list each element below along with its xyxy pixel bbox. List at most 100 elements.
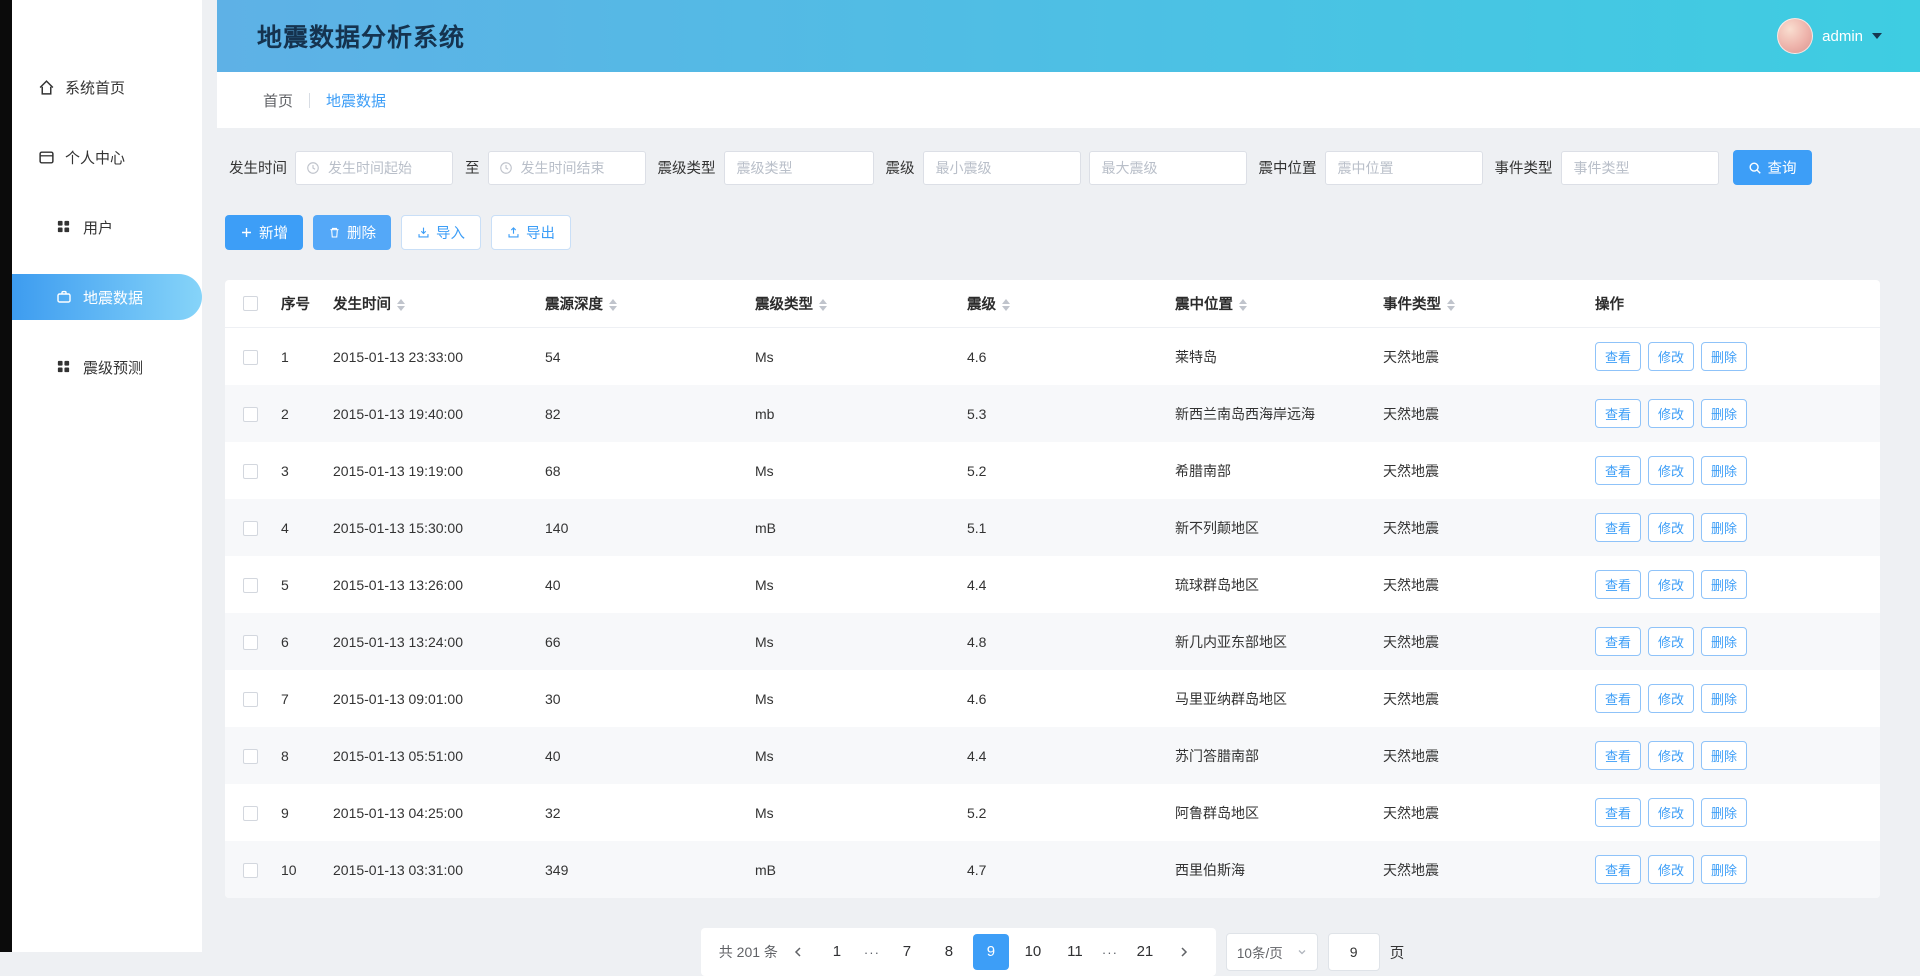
view-button[interactable]: 查看 bbox=[1595, 741, 1641, 770]
column-header-time[interactable]: 发生时间 bbox=[323, 280, 535, 328]
edit-button[interactable]: 修改 bbox=[1648, 513, 1694, 542]
pager-prev-button[interactable] bbox=[784, 934, 812, 970]
edit-button[interactable]: 修改 bbox=[1648, 855, 1694, 884]
export-button[interactable]: 导出 bbox=[491, 215, 571, 250]
edit-button[interactable]: 修改 bbox=[1648, 570, 1694, 599]
select-all-checkbox[interactable] bbox=[243, 296, 258, 311]
pager-page-8[interactable]: 8 bbox=[931, 934, 967, 970]
pager-ellipsis[interactable]: ··· bbox=[858, 945, 886, 960]
mag-max-field[interactable] bbox=[1089, 151, 1247, 185]
view-button[interactable]: 查看 bbox=[1595, 570, 1641, 599]
event-type-field[interactable] bbox=[1561, 151, 1719, 185]
edit-button[interactable]: 修改 bbox=[1648, 342, 1694, 371]
pager-page-11[interactable]: 11 bbox=[1057, 934, 1093, 970]
column-header-depth[interactable]: 震源深度 bbox=[535, 280, 745, 328]
delete-row-button[interactable]: 删除 bbox=[1701, 513, 1747, 542]
row-checkbox[interactable] bbox=[243, 464, 258, 479]
delete-row-button[interactable]: 删除 bbox=[1701, 342, 1747, 371]
row-checkbox[interactable] bbox=[243, 863, 258, 878]
view-button[interactable]: 查看 bbox=[1595, 627, 1641, 656]
time-start-field[interactable] bbox=[295, 151, 453, 185]
sidebar-item-magnitude-prediction[interactable]: 震级预测 bbox=[12, 344, 202, 390]
filter-time-label: 发生时间 bbox=[229, 157, 287, 178]
breadcrumb-current[interactable]: 地震数据 bbox=[326, 90, 386, 111]
view-button[interactable]: 查看 bbox=[1595, 513, 1641, 542]
edit-button[interactable]: 修改 bbox=[1648, 684, 1694, 713]
cell-magnitude: 4.4 bbox=[957, 556, 1165, 613]
mag-type-field[interactable] bbox=[724, 151, 874, 185]
sidebar-item-profile[interactable]: 个人中心 bbox=[12, 134, 202, 180]
page-size-select[interactable]: 10条/页 bbox=[1226, 933, 1318, 971]
search-button[interactable]: 查询 bbox=[1733, 150, 1812, 185]
row-checkbox[interactable] bbox=[243, 350, 258, 365]
sidebar-item-home[interactable]: 系统首页 bbox=[12, 64, 202, 110]
view-button[interactable]: 查看 bbox=[1595, 855, 1641, 884]
sort-icon[interactable] bbox=[1239, 299, 1247, 311]
row-checkbox[interactable] bbox=[243, 635, 258, 650]
mag-min-input[interactable] bbox=[934, 159, 1070, 177]
row-checkbox[interactable] bbox=[243, 407, 258, 422]
view-button[interactable]: 查看 bbox=[1595, 399, 1641, 428]
cell-location: 莱特岛 bbox=[1165, 328, 1373, 386]
column-header-location[interactable]: 震中位置 bbox=[1165, 280, 1373, 328]
delete-row-button[interactable]: 删除 bbox=[1701, 627, 1747, 656]
delete-row-button[interactable]: 删除 bbox=[1701, 855, 1747, 884]
cell-seq: 9 bbox=[271, 784, 323, 841]
edit-button[interactable]: 修改 bbox=[1648, 741, 1694, 770]
column-header-magnitude[interactable]: 震级 bbox=[957, 280, 1165, 328]
delete-row-button[interactable]: 删除 bbox=[1701, 741, 1747, 770]
row-checkbox[interactable] bbox=[243, 749, 258, 764]
delete-row-button[interactable]: 删除 bbox=[1701, 570, 1747, 599]
column-header-mag-type[interactable]: 震级类型 bbox=[745, 280, 957, 328]
pager-next-button[interactable] bbox=[1170, 934, 1198, 970]
row-checkbox[interactable] bbox=[243, 578, 258, 593]
mag-max-input[interactable] bbox=[1100, 159, 1236, 177]
sidebar-item-users[interactable]: 用户 bbox=[12, 204, 202, 250]
import-button[interactable]: 导入 bbox=[401, 215, 481, 250]
mag-min-field[interactable] bbox=[923, 151, 1081, 185]
sort-icon[interactable] bbox=[1002, 299, 1010, 311]
column-header-event-type[interactable]: 事件类型 bbox=[1373, 280, 1585, 328]
edit-button[interactable]: 修改 bbox=[1648, 798, 1694, 827]
breadcrumb-home[interactable]: 首页 bbox=[263, 90, 293, 111]
pager-ellipsis[interactable]: ··· bbox=[1096, 945, 1124, 960]
sort-icon[interactable] bbox=[397, 299, 405, 311]
view-button[interactable]: 查看 bbox=[1595, 798, 1641, 827]
pager-page-1[interactable]: 1 bbox=[819, 934, 855, 970]
time-end-field[interactable] bbox=[488, 151, 646, 185]
pager-page-10[interactable]: 10 bbox=[1015, 934, 1051, 970]
edit-button[interactable]: 修改 bbox=[1648, 627, 1694, 656]
row-checkbox[interactable] bbox=[243, 521, 258, 536]
edit-button[interactable]: 修改 bbox=[1648, 399, 1694, 428]
row-checkbox[interactable] bbox=[243, 692, 258, 707]
avatar[interactable] bbox=[1777, 18, 1813, 54]
delete-row-button[interactable]: 删除 bbox=[1701, 798, 1747, 827]
delete-button[interactable]: 删除 bbox=[313, 215, 391, 250]
delete-row-button[interactable]: 删除 bbox=[1701, 399, 1747, 428]
time-end-input[interactable] bbox=[519, 159, 635, 177]
location-input[interactable] bbox=[1336, 159, 1472, 177]
sort-icon[interactable] bbox=[819, 299, 827, 311]
cell-seq: 7 bbox=[271, 670, 323, 727]
pager-page-7[interactable]: 7 bbox=[889, 934, 925, 970]
cell-time: 2015-01-13 09:01:00 bbox=[323, 670, 535, 727]
view-button[interactable]: 查看 bbox=[1595, 456, 1641, 485]
row-checkbox[interactable] bbox=[243, 806, 258, 821]
delete-row-button[interactable]: 删除 bbox=[1701, 456, 1747, 485]
location-field[interactable] bbox=[1325, 151, 1483, 185]
view-button[interactable]: 查看 bbox=[1595, 342, 1641, 371]
add-button[interactable]: 新增 bbox=[225, 215, 303, 250]
sort-icon[interactable] bbox=[1447, 299, 1455, 311]
event-type-input[interactable] bbox=[1572, 159, 1708, 177]
edit-button[interactable]: 修改 bbox=[1648, 456, 1694, 485]
user-menu[interactable]: admin bbox=[1777, 18, 1882, 54]
mag-type-input[interactable] bbox=[735, 159, 863, 177]
pager-page-9[interactable]: 9 bbox=[973, 934, 1009, 970]
view-button[interactable]: 查看 bbox=[1595, 684, 1641, 713]
time-start-input[interactable] bbox=[326, 159, 442, 177]
delete-row-button[interactable]: 删除 bbox=[1701, 684, 1747, 713]
sort-icon[interactable] bbox=[609, 299, 617, 311]
pager-page-21[interactable]: 21 bbox=[1127, 934, 1163, 970]
page-jump-input[interactable] bbox=[1328, 933, 1380, 971]
sidebar-item-earthquake-data[interactable]: 地震数据 bbox=[12, 274, 202, 320]
